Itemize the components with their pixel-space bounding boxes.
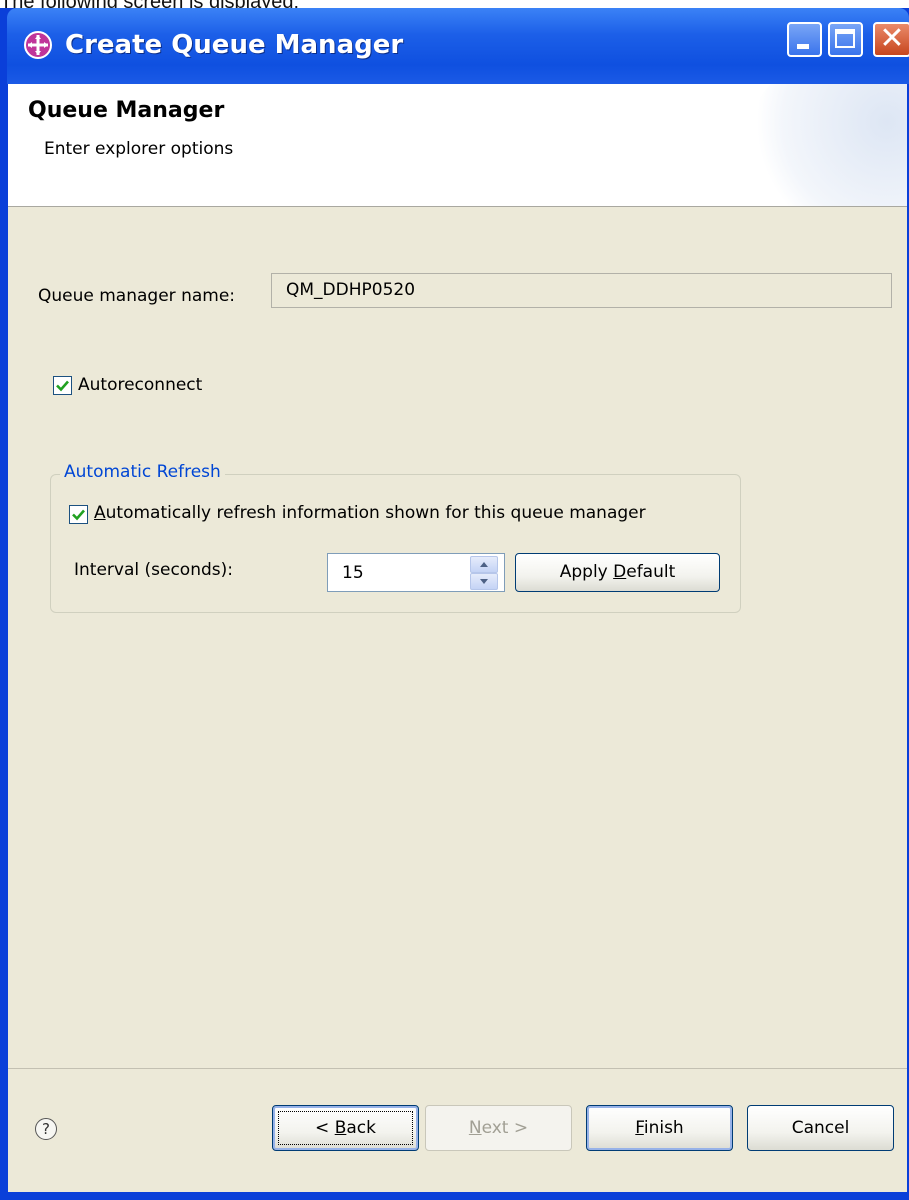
spin-down-button[interactable] [470,573,498,590]
close-icon: ✕ [879,21,905,56]
spin-up-button[interactable] [470,556,498,573]
auto-refresh-label[interactable]: Automatically refresh information shown … [94,503,646,523]
interval-value[interactable]: 15 [342,563,364,583]
finish-button[interactable]: Finish [586,1105,733,1151]
maximize-button[interactable] [828,22,863,57]
automatic-refresh-title: Automatic Refresh [60,462,225,482]
title-bar[interactable]: Create Queue Manager ✕ [7,8,909,84]
back-button[interactable]: < Back [272,1105,419,1151]
dialog-body: Queue Manager Enter explorer options Que… [8,84,907,1192]
next-rest: ext > [481,1118,529,1138]
wizard-header: Queue Manager Enter explorer options [8,84,907,207]
mnemonic-a: A [94,503,106,523]
interval-label: Interval (seconds): [74,560,233,580]
triangle-down-icon [480,579,488,584]
interval-spinner[interactable]: 15 [327,553,505,592]
page-title: Queue Manager [28,98,225,123]
help-icon[interactable]: ? [35,1118,57,1140]
mnemonic-n: N [468,1118,482,1138]
apply-default-text-rest: efault [626,562,676,582]
autoreconnect-label[interactable]: Autoreconnect [78,375,202,395]
maximize-icon [835,29,855,48]
auto-refresh-text: utomatically refresh information shown f… [105,503,646,523]
auto-refresh-checkbox[interactable] [69,505,88,524]
footer-separator [8,1068,907,1069]
focus-ring [278,1111,413,1145]
minimize-icon [797,44,809,49]
next-button[interactable]: Next > [425,1105,572,1151]
window-bottom-border [8,1192,907,1200]
mnemonic-d: D [613,562,627,582]
checkmark-icon [72,509,85,521]
triangle-up-icon [480,562,488,567]
header-decoration [747,84,907,206]
minimize-button[interactable] [787,22,822,57]
automatic-refresh-group [50,474,741,613]
apply-default-text: Apply [559,562,614,582]
queue-manager-name-field: QM_DDHP0520 [271,273,892,308]
checkmark-icon [56,380,69,392]
window-title: Create Queue Manager [65,30,404,60]
queue-manager-name-label: Queue manager name: [38,286,236,306]
page-subtitle: Enter explorer options [44,139,234,159]
cancel-button[interactable]: Cancel [747,1105,894,1151]
ibm-mq-icon [24,31,52,59]
apply-default-button[interactable]: Apply Default [515,553,720,592]
close-button[interactable]: ✕ [873,21,909,57]
autoreconnect-checkbox[interactable] [53,376,72,395]
finish-rest: inish [643,1118,684,1138]
create-queue-manager-window: Create Queue Manager ✕ Queue Manager Ent… [0,8,909,1200]
mnemonic-f: F [635,1118,644,1138]
